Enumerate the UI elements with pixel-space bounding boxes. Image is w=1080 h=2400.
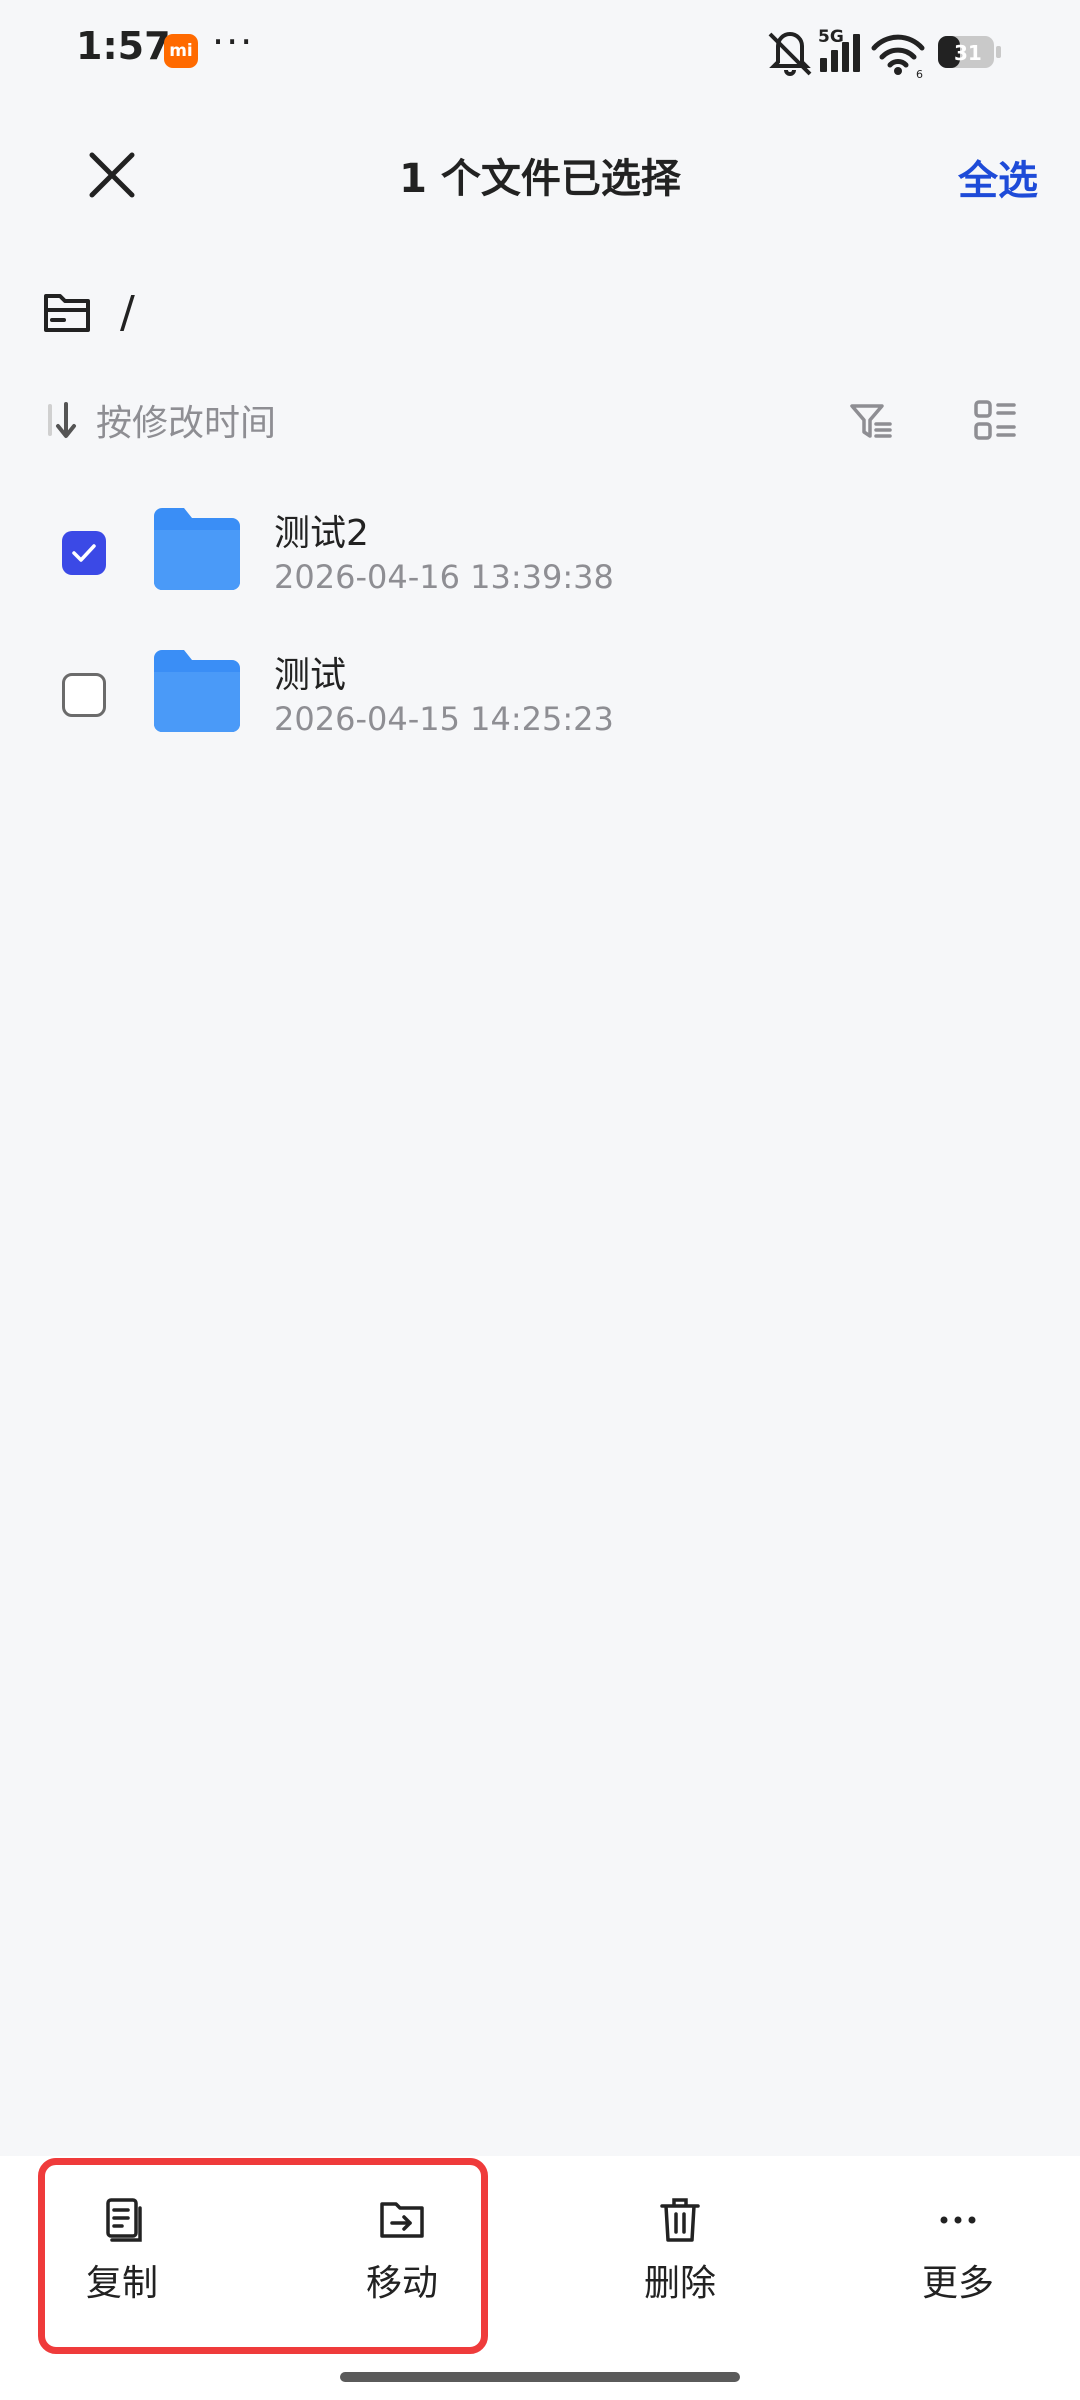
file-date: 2026-04-15 14:25:23 (274, 700, 614, 738)
folder-icon (154, 650, 240, 732)
battery-icon: 31 (938, 36, 1001, 68)
file-name: 测试 (274, 655, 347, 696)
checkbox-checked[interactable] (62, 531, 106, 575)
file-date: 2026-04-16 13:39:38 (274, 558, 614, 596)
status-bar: 1:57 mi ··· 5G 6 31 (0, 0, 1080, 100)
folder-outline-icon (44, 294, 90, 332)
list-item[interactable]: 测试 2026-04-15 14:25:23 (0, 626, 1080, 766)
delete-button[interactable]: 删除 (580, 2196, 780, 2336)
delete-label: 删除 (643, 2263, 716, 2304)
home-indicator[interactable] (340, 2372, 740, 2382)
sort-icon[interactable] (42, 398, 82, 442)
select-all-button[interactable]: 全选 (958, 148, 1038, 206)
svg-text:6: 6 (916, 68, 923, 81)
status-icons: 5G 6 31 (768, 27, 1001, 81)
highlight-box (38, 2158, 488, 2354)
folder-icon (154, 508, 240, 590)
more-button[interactable]: 更多 (858, 2196, 1058, 2336)
screen: 1:57 mi ··· 5G 6 31 1 个文件已选择 全选 / 按修改时间 … (0, 0, 1080, 2400)
check-icon (72, 544, 96, 562)
breadcrumb[interactable]: / (42, 280, 135, 344)
path-text: / (120, 286, 135, 338)
more-dots-icon (940, 2216, 976, 2224)
sort-label[interactable]: 按修改时间 (96, 394, 276, 446)
more-label: 更多 (921, 2263, 994, 2304)
filter-icon[interactable] (848, 398, 894, 444)
battery-level: 31 (954, 41, 982, 65)
muted-bell-icon (768, 32, 812, 76)
status-time: 1:57 (76, 24, 171, 68)
mi-notification-icon: mi (164, 34, 198, 68)
checkbox-unchecked[interactable] (62, 673, 106, 717)
wifi-icon (871, 34, 925, 68)
view-toggle-icon[interactable] (972, 398, 1018, 444)
sort-bar: 按修改时间 (42, 390, 1042, 450)
more-notifications-icon: ··· (212, 20, 255, 64)
network-type: 5G (818, 27, 844, 47)
page-title: 1 个文件已选择 (399, 156, 681, 202)
file-name: 测试2 (274, 513, 369, 554)
trash-icon (660, 2198, 700, 2242)
list-item[interactable]: 测试2 2026-04-16 13:39:38 (0, 484, 1080, 624)
